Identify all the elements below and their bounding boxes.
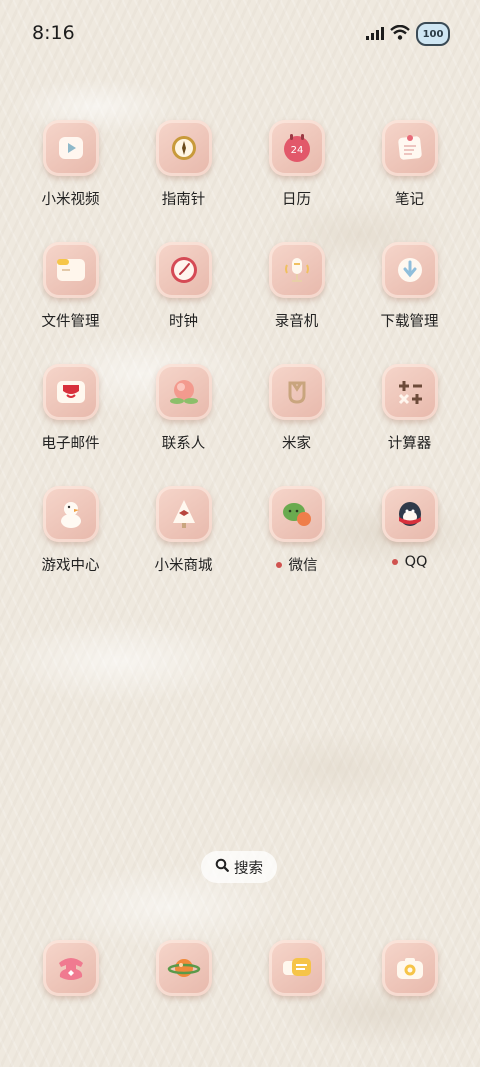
mail-icon — [42, 364, 99, 420]
dock-messages[interactable] — [240, 940, 353, 996]
app-mijia[interactable]: 米家 — [240, 364, 353, 486]
wifi-icon — [390, 24, 410, 44]
notes-icon — [381, 120, 438, 176]
qq-penguin-icon — [381, 486, 438, 542]
dock-camera[interactable] — [353, 940, 466, 996]
svg-text:24: 24 — [290, 145, 303, 156]
app-label: 计算器 — [387, 436, 432, 452]
app-wechat[interactable]: 微信 — [240, 486, 353, 608]
browser-planet-icon — [155, 940, 212, 996]
app-mi-video[interactable]: 小米视频 — [14, 120, 127, 242]
app-label: 录音机 — [274, 314, 319, 330]
app-label: 小米视频 — [41, 192, 100, 208]
status-time: 8:16 — [32, 22, 75, 44]
app-qq[interactable]: QQ — [353, 486, 466, 608]
mijia-icon — [268, 364, 325, 420]
app-label: 联系人 — [161, 436, 206, 452]
app-file-manager[interactable]: 文件管理 — [14, 242, 127, 364]
notification-dot — [391, 559, 398, 565]
status-indicators: 100 — [366, 22, 450, 46]
battery-icon: 100 — [416, 22, 450, 46]
app-row: 小米视频 指南针 24 日历 笔记 — [14, 120, 466, 242]
messages-icon — [268, 940, 325, 996]
camera-icon — [381, 940, 438, 996]
app-row: 游戏中心 小米商城 微信 QQ — [14, 486, 466, 608]
phone-icon — [42, 940, 99, 996]
app-label: 下载管理 — [380, 314, 439, 330]
compass-icon — [155, 120, 212, 176]
calculator-icon — [381, 364, 438, 420]
app-calendar[interactable]: 24 日历 — [240, 120, 353, 242]
clock-icon — [155, 242, 212, 298]
folder-icon — [42, 242, 99, 298]
app-notes[interactable]: 笔记 — [353, 120, 466, 242]
app-row: 电子邮件 联系人 米家 计算器 — [14, 364, 466, 486]
app-label: QQ — [391, 554, 427, 570]
app-game-center[interactable]: 游戏中心 — [14, 486, 127, 608]
app-mi-store[interactable]: 小米商城 — [127, 486, 240, 608]
dock-browser[interactable] — [127, 940, 240, 996]
microphone-icon — [268, 242, 325, 298]
game-duck-icon — [42, 486, 99, 542]
app-recorder[interactable]: 录音机 — [240, 242, 353, 364]
app-label: 电子邮件 — [41, 436, 100, 452]
app-row: 文件管理 时钟 录音机 下载管理 — [14, 242, 466, 364]
app-label: 小米商城 — [154, 558, 213, 574]
notification-dot — [275, 561, 282, 568]
app-label: 时钟 — [169, 314, 198, 330]
status-bar: 8:16 100 — [0, 0, 480, 68]
video-play-icon — [42, 120, 99, 176]
app-label: 微信 — [275, 554, 318, 575]
app-compass[interactable]: 指南针 — [127, 120, 240, 242]
app-calculator[interactable]: 计算器 — [353, 364, 466, 486]
download-icon — [381, 242, 438, 298]
wechat-icon — [268, 486, 325, 542]
app-contacts[interactable]: 联系人 — [127, 364, 240, 486]
app-label: 米家 — [282, 436, 311, 452]
app-label: 游戏中心 — [41, 558, 100, 574]
app-label: 笔记 — [395, 192, 424, 208]
app-clock[interactable]: 时钟 — [127, 242, 240, 364]
search-button[interactable]: 搜索 — [201, 851, 277, 883]
dock-phone[interactable] — [14, 940, 127, 996]
app-email[interactable]: 电子邮件 — [14, 364, 127, 486]
app-label: 日历 — [282, 192, 311, 208]
calendar-icon: 24 — [268, 120, 325, 176]
app-downloads[interactable]: 下载管理 — [353, 242, 466, 364]
dock — [14, 940, 466, 996]
search-icon — [215, 858, 229, 876]
shop-tree-icon — [155, 486, 212, 542]
app-label: 指南针 — [161, 192, 206, 208]
search-label: 搜索 — [234, 860, 263, 877]
peach-contact-icon — [155, 364, 212, 420]
app-grid: 小米视频 指南针 24 日历 笔记 文件管理 时钟 录音机 下载管理 电子邮件 … — [14, 120, 466, 608]
signal-icon — [366, 25, 384, 44]
app-label: 文件管理 — [41, 314, 100, 330]
